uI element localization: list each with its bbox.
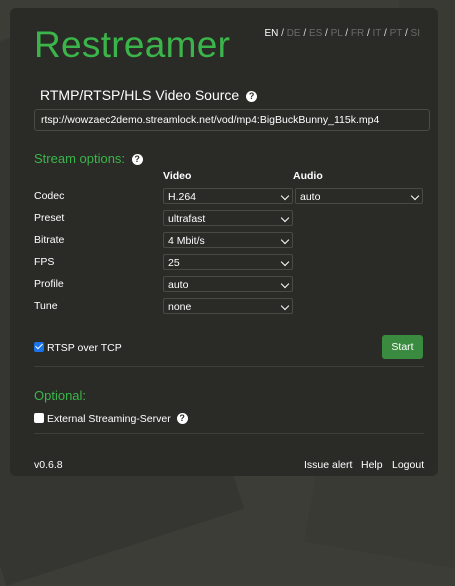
fps-select[interactable]: 25 [163,254,293,270]
help-icon[interactable]: ? [246,91,258,102]
divider [34,433,424,434]
external-server-checkbox[interactable] [34,413,44,423]
version-label: v0.6.8 [34,459,63,471]
external-server-label: External Streaming-Server [47,413,171,425]
stream-options-label: Stream options: ? [34,151,143,166]
external-server-option[interactable]: External Streaming-Server ? [34,413,188,425]
app-title: Restreamer [34,24,231,65]
lang-si[interactable]: SI [411,28,420,39]
fps-value: 25 [168,257,180,269]
profile-label: Profile [34,278,64,290]
lang-fr[interactable]: FR [351,28,364,39]
codec-label: Codec [34,190,65,202]
tune-label: Tune [34,300,58,312]
lang-de[interactable]: DE [287,28,301,39]
video-codec-select[interactable]: H.264 [163,188,293,204]
optional-label: Optional: [34,388,87,403]
chevron-down-icon [280,213,290,223]
fps-label: FPS [34,256,55,268]
rtsp-tcp-checkbox[interactable] [34,342,44,352]
tune-select[interactable]: none [163,298,293,314]
lang-pt[interactable]: PT [390,28,403,39]
chevron-down-icon [280,235,290,245]
start-button[interactable]: Start [382,335,423,359]
rtsp-tcp-option[interactable]: RTSP over TCP [34,342,122,354]
preset-select[interactable]: ultrafast [163,210,293,226]
language-switcher: EN / DE / ES / PL / FR / IT / PT / SI [264,28,420,39]
stream-options-text: Stream options: [34,151,126,166]
bitrate-value: 4 Mbit/s [168,235,205,247]
lang-pl[interactable]: PL [331,28,343,39]
video-column-header: Video [163,170,192,182]
chevron-down-icon [280,257,290,267]
chevron-down-icon [280,301,290,311]
source-url-input[interactable]: rtsp://wowzaec2demo.streamlock.net/vod/m… [34,109,430,131]
help-icon[interactable]: ? [131,154,143,165]
source-label-text: RTMP/RTSP/HLS Video Source [40,87,240,103]
audio-column-header: Audio [293,170,323,182]
tune-value: none [168,301,192,313]
audio-codec-select[interactable]: auto [295,188,423,204]
divider [34,366,424,367]
video-codec-value: H.264 [168,191,197,203]
issue-alert-link[interactable]: Issue alert [304,459,352,471]
bitrate-label: Bitrate [34,234,65,246]
lang-en[interactable]: EN [264,28,278,39]
bitrate-select[interactable]: 4 Mbit/s [163,232,293,248]
profile-select[interactable]: auto [163,276,293,292]
rtsp-tcp-label: RTSP over TCP [47,342,122,354]
logout-link[interactable]: Logout [392,459,424,471]
chevron-down-icon [280,279,290,289]
source-label: RTMP/RTSP/HLS Video Source ? [40,87,258,103]
preset-label: Preset [34,212,65,224]
lang-es[interactable]: ES [309,28,322,39]
main-panel: Restreamer EN / DE / ES / PL / FR / IT /… [10,8,438,476]
help-link[interactable]: Help [361,459,383,471]
lang-it[interactable]: IT [373,28,382,39]
profile-value: auto [168,279,189,291]
chevron-down-icon [280,191,290,201]
help-icon[interactable]: ? [176,413,188,424]
audio-codec-value: auto [300,191,321,203]
preset-value: ultrafast [168,213,206,225]
chevron-down-icon [410,191,420,201]
